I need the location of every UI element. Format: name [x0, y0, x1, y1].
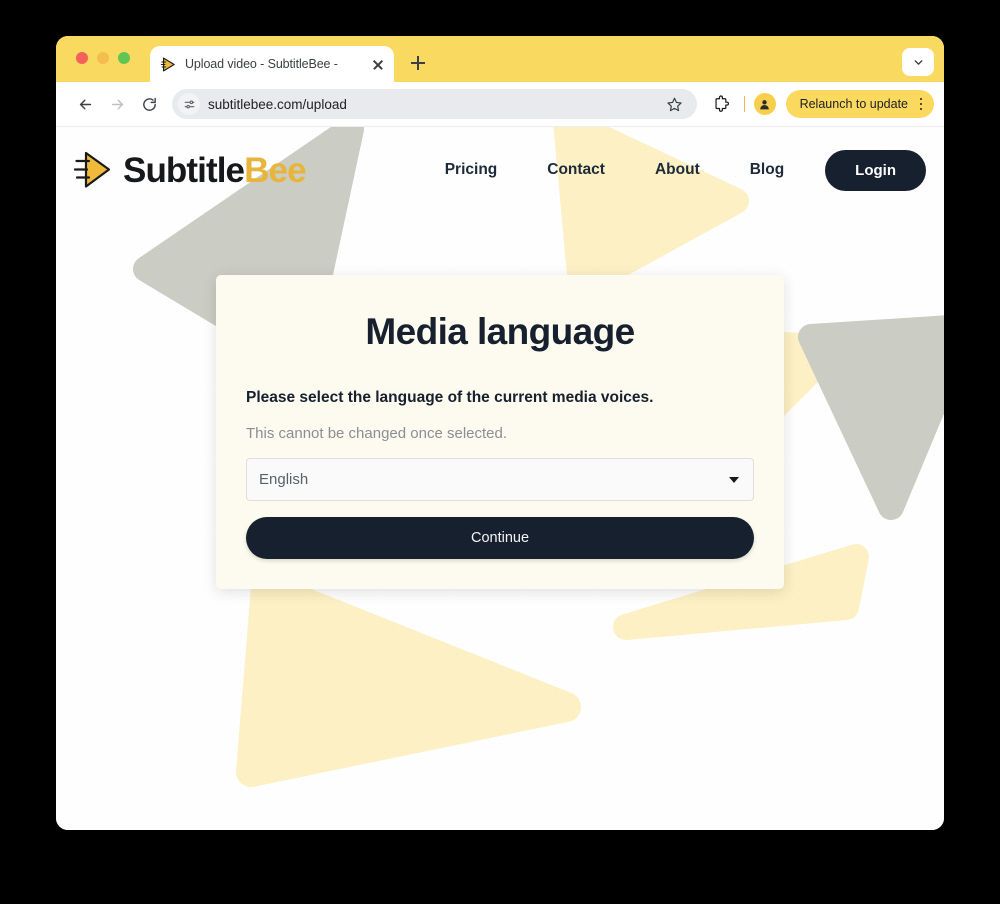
site-header: SubtitleBee Pricing Contact About Blog L… [56, 127, 944, 213]
language-select[interactable]: English [246, 458, 754, 501]
site-settings-button[interactable] [178, 93, 200, 115]
browser-menu-button[interactable] [914, 95, 928, 113]
modal-title: Media language [365, 311, 635, 352]
modal-lead-text: Please select the language of the curren… [246, 389, 654, 406]
extensions-button[interactable] [707, 90, 735, 118]
back-arrow-icon [79, 99, 91, 109]
person-avatar-icon [760, 99, 769, 109]
browser-window: Upload video - SubtitleBee - subtitlebee… [56, 36, 944, 830]
maximize-window-button[interactable] [118, 52, 130, 64]
reload-button[interactable] [134, 89, 164, 119]
window-traffic-lights [76, 52, 130, 64]
puzzle-piece-icon [715, 95, 729, 112]
tune-settings-icon [184, 100, 194, 108]
nav-item-blog[interactable]: Blog [725, 161, 809, 179]
login-button[interactable]: Login [825, 149, 926, 191]
tab-favicon-play-icon [160, 57, 175, 71]
minimize-window-button[interactable] [97, 52, 109, 64]
logo-text-accent: Bee [244, 150, 306, 190]
close-window-button[interactable] [76, 52, 88, 64]
language-select-value: English [259, 471, 309, 488]
url-text: subtitlebee.com/upload [208, 96, 347, 112]
forward-arrow-icon [111, 99, 123, 109]
reload-icon [142, 97, 156, 111]
nav-item-contact[interactable]: Contact [522, 161, 630, 179]
subtitlebee-play-logo-icon [74, 151, 111, 188]
bookmark-star-button[interactable] [663, 92, 687, 116]
star-icon [667, 97, 682, 111]
tab-search-button[interactable] [902, 48, 934, 76]
toolbar-divider [743, 96, 745, 112]
media-language-modal: Media language Please select the languag… [216, 275, 784, 589]
browser-toolbar: subtitlebee.com/upload Relaunch to updat… [56, 82, 944, 127]
modal-subtext: This cannot be changed once selected. [246, 425, 508, 442]
logo-text-dark: Subtitle [123, 150, 245, 190]
back-button[interactable] [70, 89, 100, 119]
profile-avatar[interactable] [753, 93, 776, 115]
caret-down-icon [729, 476, 739, 483]
relaunch-label: Relaunch to update [799, 97, 908, 111]
nav-item-pricing[interactable]: Pricing [420, 161, 523, 179]
forward-button[interactable] [102, 89, 132, 119]
decorative-yellow-triangle-bottom-left [236, 572, 581, 787]
tab-title: Upload video - SubtitleBee - [185, 57, 338, 71]
new-tab-button[interactable] [406, 51, 430, 75]
site-logo[interactable]: SubtitleBee [74, 149, 307, 191]
tab-strip: Upload video - SubtitleBee - [56, 36, 944, 82]
page-content: SubtitleBee Pricing Contact About Blog L… [56, 127, 944, 830]
browser-tab[interactable]: Upload video - SubtitleBee - [150, 46, 394, 82]
chevron-down-icon [914, 59, 922, 65]
site-logo-text: SubtitleBee [123, 150, 307, 190]
tab-close-icon[interactable] [370, 56, 386, 72]
nav-item-about[interactable]: About [630, 161, 725, 179]
relaunch-to-update-button[interactable]: Relaunch to update [785, 90, 934, 118]
main-navigation: Pricing Contact About Blog Login [420, 149, 926, 191]
address-bar[interactable]: subtitlebee.com/upload [172, 89, 697, 119]
decorative-gray-triangle-right [798, 315, 944, 520]
continue-button[interactable]: Continue [246, 517, 754, 559]
